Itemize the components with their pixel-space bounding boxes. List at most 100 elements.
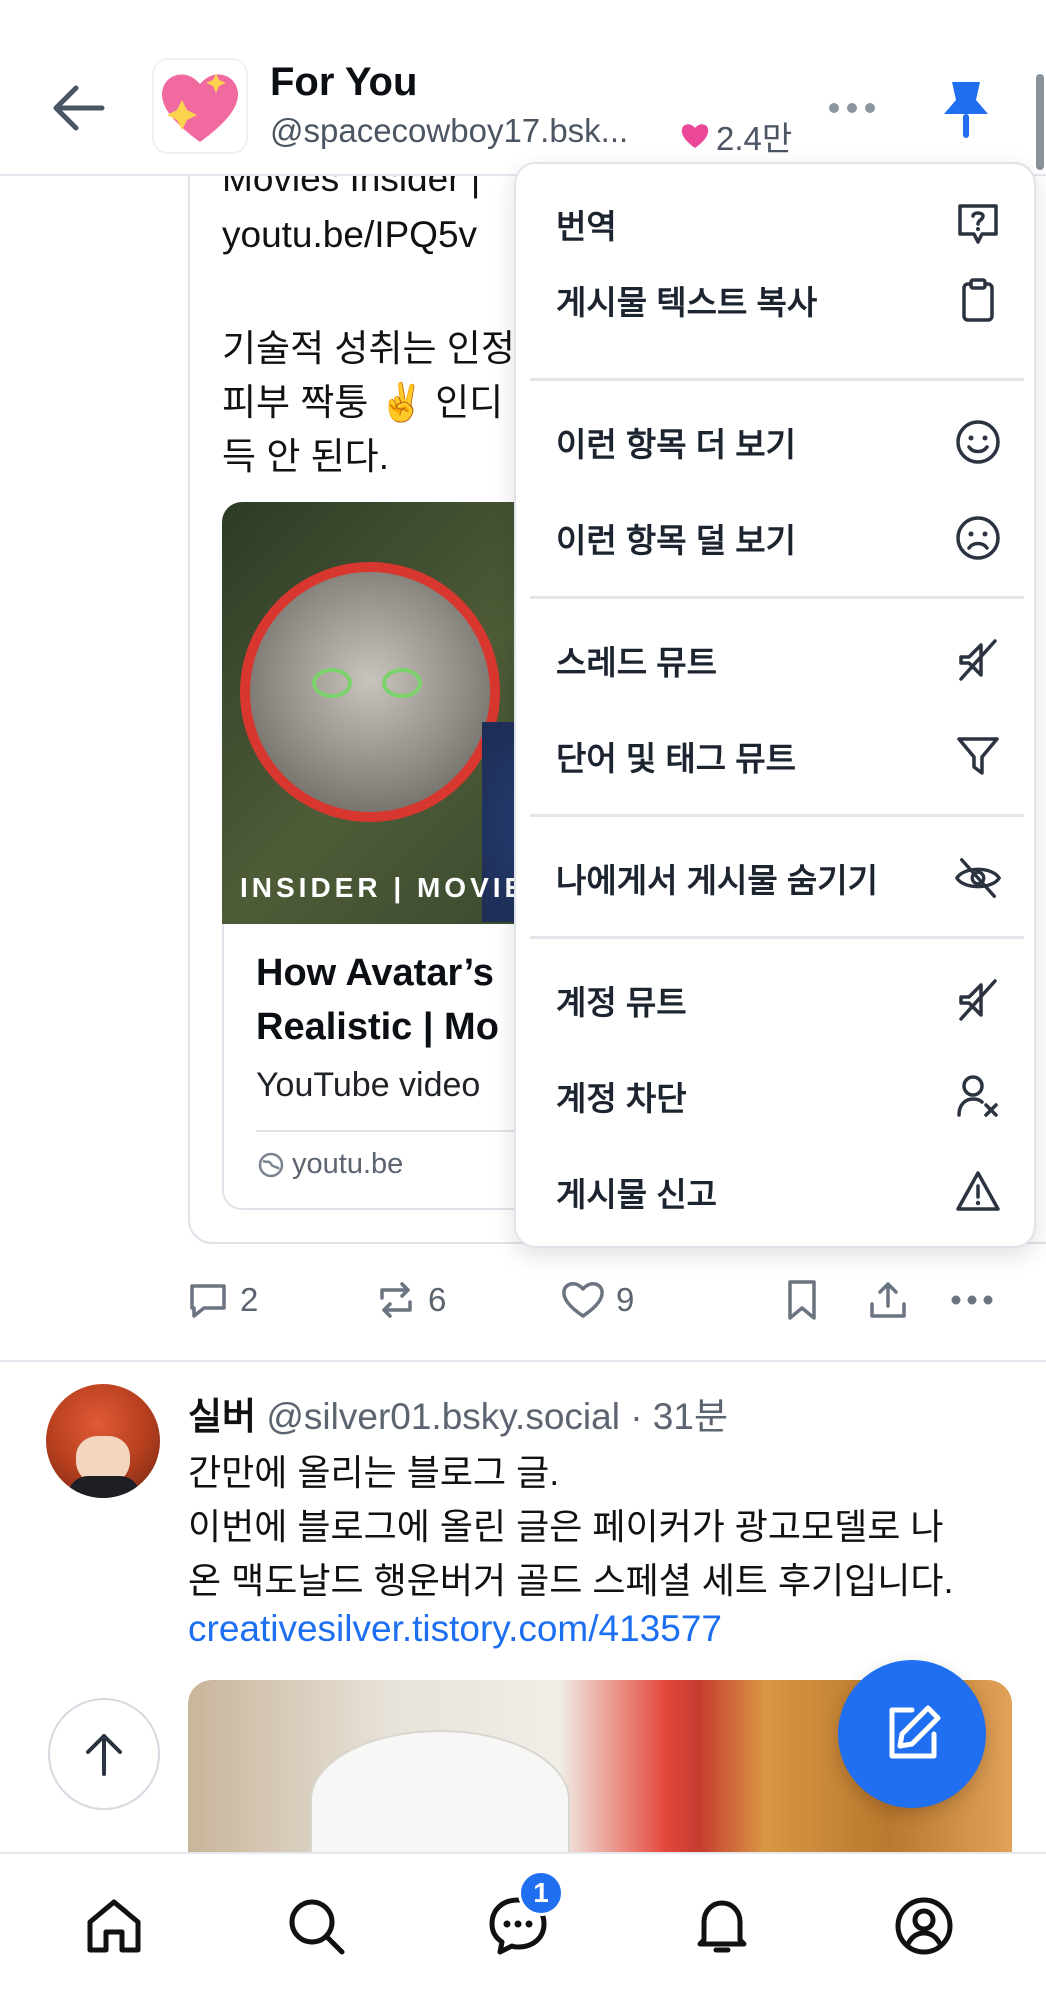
- menu-item-label: 이런 항목 더 보기: [556, 426, 797, 463]
- post-link[interactable]: creativesilver.tistory.com/413577: [188, 1608, 722, 1650]
- post-text-line: 간만에 올리는 블로그 글.: [188, 1452, 560, 1493]
- repost-count: 6: [428, 1281, 447, 1318]
- ellipsis-icon: [951, 1295, 993, 1305]
- avatar[interactable]: [46, 1384, 160, 1498]
- author-handle-time: @silver01.bsky.social · 31분: [266, 1396, 728, 1437]
- frown-icon: [954, 514, 1002, 562]
- globe-icon: [258, 1152, 284, 1177]
- menu-separator: [530, 596, 1024, 599]
- menu-separator: [530, 378, 1024, 381]
- smile-icon: [954, 418, 1002, 466]
- link-card-title-line: Realistic | Mo: [256, 1006, 499, 1048]
- bookmark-icon: [788, 1280, 816, 1320]
- link-card-description: YouTube video: [256, 1066, 481, 1104]
- profile-icon: [895, 1897, 953, 1955]
- menu-item-block-account[interactable]: 계정 차단: [516, 1048, 1038, 1144]
- post-divider: [0, 1360, 1046, 1362]
- pin-icon: [944, 82, 988, 138]
- nav-home[interactable]: [78, 1890, 150, 1962]
- translate-icon: [954, 200, 1002, 248]
- post-context-menu: 번역 게시물 텍스트 복사 이런 항목 더 보기 이런 항목 덜 보기 스레드 …: [514, 162, 1036, 1248]
- post-text-line: 피부 짝퉁 ✌️ 인디: [222, 382, 504, 423]
- nav-search[interactable]: [280, 1890, 352, 1962]
- nav-profile[interactable]: [888, 1890, 960, 1962]
- post-text-line: 온 맥도날드 행운버거 골드 스페셜 세트 후기입니다.: [188, 1560, 954, 1601]
- reply-button[interactable]: 2: [186, 1274, 258, 1326]
- compose-icon: [889, 1705, 941, 1759]
- post-text-line: 득 안 된다.: [222, 436, 389, 477]
- filter-icon: [954, 732, 1002, 780]
- link-card-domain-text: youtu.be: [292, 1148, 404, 1180]
- warning-icon: [954, 1168, 1002, 1216]
- ellipsis-icon: [829, 103, 875, 113]
- mute-icon: [954, 976, 1002, 1024]
- menu-item-mute-account[interactable]: 계정 뮤트: [516, 952, 1038, 1048]
- menu-item-label: 이런 항목 덜 보기: [556, 522, 797, 559]
- chat-unread-badge: 1: [518, 1870, 564, 1916]
- pin-feed-button[interactable]: [938, 78, 994, 142]
- home-icon: [87, 1899, 141, 1953]
- mute-icon: [954, 636, 1002, 684]
- bottom-navigation: 1: [0, 1852, 1046, 2000]
- feed-like-count: 2.4만: [680, 112, 792, 160]
- feed-like-count-value: 2.4만: [716, 120, 793, 157]
- like-count: 9: [616, 1281, 635, 1318]
- scroll-to-top-button[interactable]: [48, 1698, 160, 1810]
- sparkling-heart-icon: [162, 73, 238, 142]
- post-text-line[interactable]: youtu.be/IPQ5v: [222, 214, 477, 256]
- repost-icon: [380, 1282, 412, 1318]
- heart-outline-icon: [562, 1282, 604, 1318]
- menu-item-hide-post[interactable]: 나에게서 게시물 숨기기: [516, 830, 1038, 926]
- post-author[interactable]: 실버 @silver01.bsky.social · 31분: [188, 1386, 728, 1440]
- feed-header: For You @spacecowboy17.bsk... 2.4만: [0, 0, 1046, 176]
- menu-item-label: 번역: [556, 208, 617, 245]
- menu-item-label: 계정 차단: [556, 1080, 687, 1117]
- bell-icon: [697, 1900, 747, 1953]
- menu-separator: [530, 814, 1024, 817]
- like-button[interactable]: 9: [560, 1274, 634, 1326]
- link-card-title-line: How Avatar’s: [256, 952, 494, 994]
- thumbnail-brand-text: INSIDER | MOVIE: [240, 872, 528, 903]
- menu-item-mute-thread[interactable]: 스레드 뮤트: [516, 612, 1038, 708]
- share-icon: [870, 1282, 906, 1318]
- menu-separator: [530, 936, 1024, 939]
- post-more-button[interactable]: [948, 1274, 996, 1326]
- feed-creator-handle[interactable]: @spacecowboy17.bsk...: [270, 112, 628, 150]
- feed-title: For You: [270, 60, 418, 104]
- compose-post-button[interactable]: [838, 1660, 986, 1808]
- menu-item-copy-text[interactable]: 게시물 텍스트 복사: [516, 252, 1038, 348]
- bookmark-button[interactable]: [780, 1274, 824, 1326]
- post-text-line: 기술적 성취는 인정: [222, 328, 515, 369]
- clipboard-icon: [954, 276, 1002, 324]
- comment-icon: [190, 1284, 226, 1318]
- reply-count: 2: [240, 1281, 259, 1318]
- nav-notifications[interactable]: [686, 1890, 758, 1962]
- menu-item-label: 나에게서 게시물 숨기기: [556, 862, 878, 899]
- menu-item-label: 스레드 뮤트: [556, 644, 717, 681]
- burger-wrapper-image: [310, 1730, 570, 1870]
- menu-item-report-post[interactable]: 게시물 신고: [516, 1144, 1038, 1240]
- share-button[interactable]: [866, 1274, 910, 1326]
- link-card-domain: youtu.be: [258, 1148, 403, 1181]
- user-block-icon: [954, 1072, 1002, 1120]
- menu-item-show-less[interactable]: 이런 항목 덜 보기: [516, 490, 1038, 586]
- post-text-line: 이번에 블로그에 올린 글은 페이커가 광고모델로 나: [188, 1506, 944, 1547]
- arrow-up-icon: [86, 1734, 122, 1776]
- author-display-name[interactable]: 실버: [188, 1396, 256, 1437]
- menu-item-label: 게시물 신고: [556, 1176, 717, 1213]
- heart-icon: [681, 124, 709, 148]
- menu-item-label: 단어 및 태그 뮤트: [556, 740, 797, 777]
- menu-item-label: 계정 뮤트: [556, 984, 687, 1021]
- back-button[interactable]: [48, 80, 108, 136]
- skull-render-image: [240, 562, 500, 822]
- arrow-left-icon: [53, 85, 105, 131]
- feed-avatar[interactable]: [152, 58, 248, 154]
- search-icon: [289, 1899, 345, 1955]
- repost-button[interactable]: 6: [374, 1274, 446, 1326]
- scrollbar[interactable]: [1036, 74, 1044, 170]
- eye-off-icon: [954, 854, 1002, 902]
- menu-item-mute-words[interactable]: 단어 및 태그 뮤트: [516, 708, 1038, 804]
- menu-item-label: 게시물 텍스트 복사: [556, 284, 818, 321]
- menu-item-show-more[interactable]: 이런 항목 더 보기: [516, 394, 1038, 490]
- more-options-button[interactable]: [826, 88, 878, 128]
